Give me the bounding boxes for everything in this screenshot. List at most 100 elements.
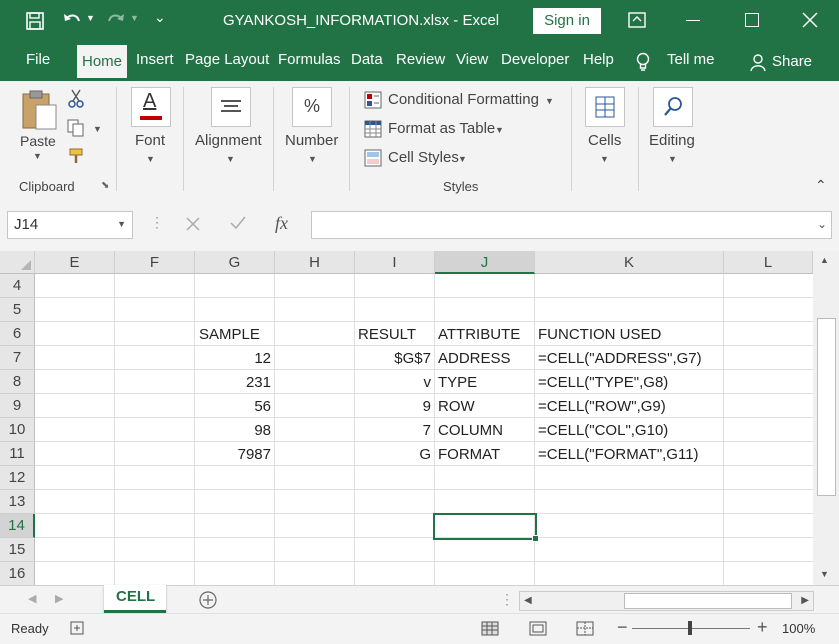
number-button-icon[interactable]: % xyxy=(292,87,332,127)
insert-function-icon[interactable]: fx xyxy=(275,213,288,234)
alignment-dropdown-icon[interactable]: ▼ xyxy=(226,154,235,164)
format-painter-icon[interactable] xyxy=(68,147,86,165)
tab-home[interactable]: Home xyxy=(77,45,128,78)
sheet-prev-icon[interactable]: ◀ xyxy=(28,592,36,605)
font-dropdown-icon[interactable]: ▼ xyxy=(146,154,155,164)
column-header[interactable]: G xyxy=(195,251,275,274)
accessibility-icon[interactable] xyxy=(70,620,86,636)
tab-view[interactable]: View xyxy=(456,51,488,68)
format-as-table-dropdown-icon[interactable]: ▼ xyxy=(495,125,504,135)
row-header[interactable]: 5 xyxy=(0,298,35,322)
cells-button[interactable]: Cells xyxy=(588,132,621,149)
font-button[interactable]: Font xyxy=(135,132,165,149)
normal-view-icon[interactable] xyxy=(481,621,499,636)
page-break-view-icon[interactable] xyxy=(576,621,594,636)
minimize-icon[interactable] xyxy=(686,20,700,21)
undo-dropdown-icon[interactable]: ▼ xyxy=(86,13,95,23)
copy-icon[interactable] xyxy=(67,119,85,137)
conditional-formatting-button[interactable]: Conditional Formatting xyxy=(388,91,539,108)
horizontal-scrollbar[interactable]: ◀ ▶ xyxy=(519,591,814,611)
cell-styles-button[interactable]: Cell Styles xyxy=(388,149,459,166)
cell-i11[interactable]: G xyxy=(419,443,431,467)
row-header[interactable]: 15 xyxy=(0,538,35,562)
scroll-left-icon[interactable]: ◀ xyxy=(524,595,532,606)
ribbon-display-options-icon[interactable] xyxy=(628,12,646,28)
editing-button[interactable]: Editing xyxy=(649,132,695,149)
tab-data[interactable]: Data xyxy=(351,51,383,68)
zoom-level[interactable]: 100% xyxy=(782,621,815,636)
cell-j8[interactable]: TYPE xyxy=(438,371,477,395)
share-button[interactable]: Share xyxy=(772,53,812,70)
tab-page-layout[interactable]: Page Layout xyxy=(185,51,269,68)
row-header[interactable]: 14 xyxy=(0,514,35,538)
share-person-icon[interactable] xyxy=(750,53,768,73)
cell-k6[interactable]: FUNCTION USED xyxy=(538,323,661,347)
cell-k9[interactable]: =CELL("ROW",G9) xyxy=(538,395,666,419)
cell-i6[interactable]: RESULT xyxy=(358,323,416,347)
formula-bar-grip-icon[interactable]: ⋮ xyxy=(150,214,164,231)
horizontal-scroll-thumb[interactable] xyxy=(624,593,792,609)
tab-review[interactable]: Review xyxy=(396,51,445,68)
cell-k11[interactable]: =CELL("FORMAT",G11) xyxy=(538,443,699,467)
save-icon[interactable] xyxy=(26,12,44,30)
formula-input[interactable]: ⌄ xyxy=(311,211,832,239)
cell-i7[interactable]: $G$7 xyxy=(394,347,431,371)
tab-help[interactable]: Help xyxy=(583,51,614,68)
cell-j9[interactable]: ROW xyxy=(438,395,475,419)
column-header[interactable]: F xyxy=(115,251,195,274)
tab-insert[interactable]: Insert xyxy=(136,51,174,68)
cells-button-icon[interactable] xyxy=(585,87,625,127)
column-header[interactable]: E xyxy=(35,251,115,274)
expand-formula-bar-icon[interactable]: ⌄ xyxy=(817,217,827,231)
format-as-table-button[interactable]: Format as Table xyxy=(388,120,495,137)
row-header[interactable]: 7 xyxy=(0,346,35,370)
cell-i8[interactable]: v xyxy=(424,371,432,395)
row-header[interactable]: 10 xyxy=(0,418,35,442)
row-header[interactable]: 4 xyxy=(0,274,35,298)
column-header[interactable]: L xyxy=(724,251,813,274)
row-header[interactable]: 12 xyxy=(0,466,35,490)
editing-search-icon[interactable] xyxy=(653,87,693,127)
conditional-formatting-icon[interactable] xyxy=(364,91,382,109)
column-header[interactable]: H xyxy=(275,251,355,274)
row-header[interactable]: 6 xyxy=(0,322,35,346)
cell-i10[interactable]: 7 xyxy=(423,419,431,443)
cut-scissors-icon[interactable] xyxy=(67,89,85,109)
sign-in-button[interactable]: Sign in xyxy=(533,8,601,34)
scroll-up-icon[interactable]: ▲ xyxy=(820,255,829,265)
alignment-button[interactable]: Alignment xyxy=(195,132,262,149)
cells-dropdown-icon[interactable]: ▼ xyxy=(600,154,609,164)
scroll-right-icon[interactable]: ▶ xyxy=(801,595,809,606)
alignment-button-icon[interactable] xyxy=(211,87,251,127)
row-header[interactable]: 9 xyxy=(0,394,35,418)
scroll-down-icon[interactable]: ▼ xyxy=(820,569,829,579)
clipboard-launcher-icon[interactable]: ⬊ xyxy=(101,180,109,191)
paste-button[interactable]: Paste xyxy=(20,133,56,149)
new-sheet-icon[interactable] xyxy=(199,591,217,609)
cell-g9[interactable]: 56 xyxy=(254,395,271,419)
row-header[interactable]: 16 xyxy=(0,562,35,585)
column-header[interactable]: J xyxy=(435,251,535,274)
column-header[interactable]: K xyxy=(535,251,724,274)
cell-j10[interactable]: COLUMN xyxy=(438,419,503,443)
vertical-scroll-thumb[interactable] xyxy=(817,318,836,496)
sheet-next-icon[interactable]: ▶ xyxy=(55,592,63,605)
format-as-table-icon[interactable] xyxy=(364,120,382,138)
cell-g6[interactable]: SAMPLE xyxy=(199,323,260,347)
cell-g10[interactable]: 98 xyxy=(254,419,271,443)
row-header[interactable]: 11 xyxy=(0,442,35,466)
tab-formulas[interactable]: Formulas xyxy=(278,51,341,68)
cell-styles-icon[interactable] xyxy=(364,149,382,167)
name-box[interactable]: J14 ▼ xyxy=(7,211,133,239)
customize-toolbar-icon[interactable]: ⌄ xyxy=(154,9,166,26)
cell-k10[interactable]: =CELL("COL",G10) xyxy=(538,419,668,443)
row-header[interactable]: 13 xyxy=(0,490,35,514)
cell-j6[interactable]: ATTRIBUTE xyxy=(438,323,520,347)
cell-k8[interactable]: =CELL("TYPE",G8) xyxy=(538,371,668,395)
cell-g11[interactable]: 7987 xyxy=(238,443,271,467)
cell-j7[interactable]: ADDRESS xyxy=(438,347,511,371)
tab-developer[interactable]: Developer xyxy=(501,51,569,68)
column-header[interactable]: I xyxy=(355,251,435,274)
active-cell-j14[interactable] xyxy=(433,513,537,540)
copy-dropdown-icon[interactable]: ▼ xyxy=(93,124,102,134)
